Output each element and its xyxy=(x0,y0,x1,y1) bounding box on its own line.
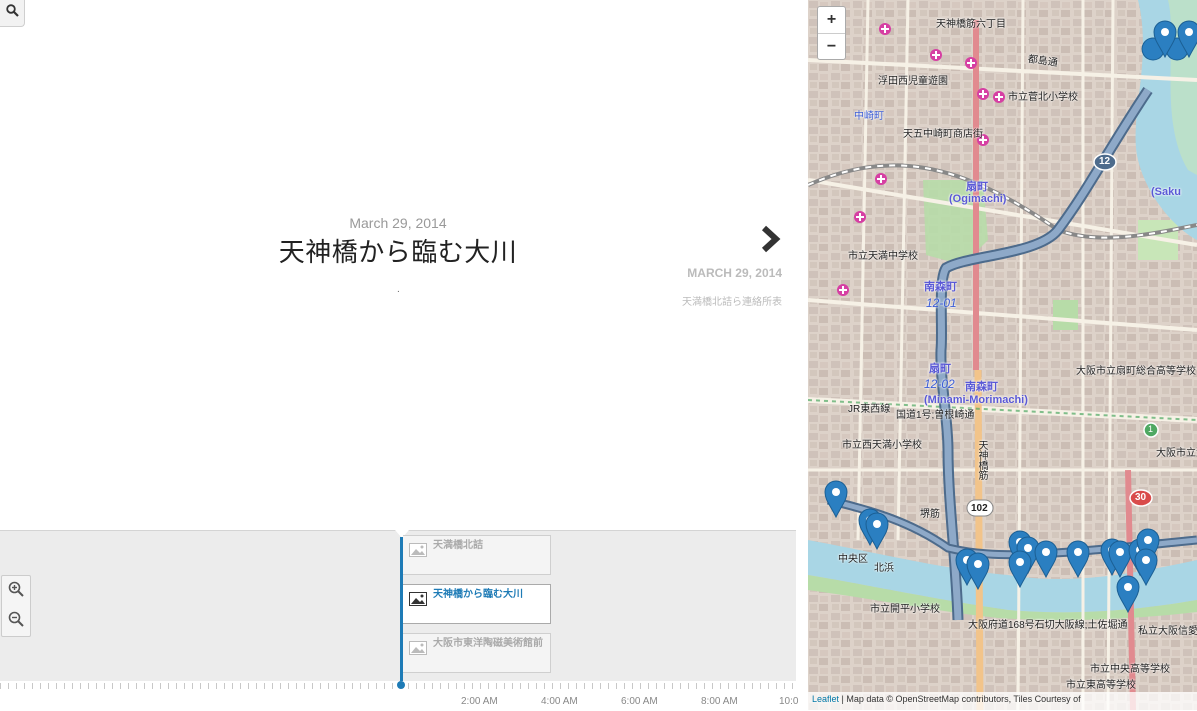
marker-label: 天神橋から臨む大川 xyxy=(433,589,523,600)
map-marker-pin[interactable] xyxy=(1034,540,1058,578)
map[interactable]: 天神橋筋六丁目 都島通 浮田西児童遊園 中崎町 天五中崎町商店街 市立菅北小学校… xyxy=(808,0,1197,710)
zoom-in-icon xyxy=(8,581,24,602)
map-label: 天神橋筋 xyxy=(976,440,987,480)
timeline-navigator[interactable]: 天満橋北詰 天神橋から臨む大川 大阪市東洋陶磁美術館前 2:00 AM 4:00… xyxy=(0,530,799,711)
timeline-zoom-controls xyxy=(1,575,31,637)
map-marker-pin[interactable] xyxy=(1177,20,1197,58)
route-shield: 102 xyxy=(971,503,988,514)
map-label: 大阪府道168号石切大阪線;土佐堀通 xyxy=(968,620,1128,631)
map-label: 浮田西児童遊園 xyxy=(878,76,948,87)
map-label: 市立中央高等学校 xyxy=(1090,664,1170,675)
route-shield: 1 xyxy=(1148,424,1154,434)
image-icon xyxy=(409,543,427,560)
station-name: 扇町 xyxy=(966,181,988,193)
map-marker-pin[interactable] xyxy=(1116,575,1140,613)
attribution-text: | Map data © OpenStreetMap contributors,… xyxy=(839,694,1081,704)
station-label: 扇町 (Ogimachi) xyxy=(949,181,1007,205)
zoom-out-button[interactable] xyxy=(2,606,30,636)
station-label: 南森町 xyxy=(924,281,957,293)
axis-tick-label: 8:00 AM xyxy=(701,696,738,707)
map-label: 中央区 xyxy=(838,554,868,565)
marker-label: 天満橋北詰 xyxy=(433,540,483,551)
map-marker-pin[interactable] xyxy=(865,512,889,550)
map-zoom-in-button[interactable]: + xyxy=(818,7,845,34)
map-marker-pin[interactable] xyxy=(1153,20,1177,58)
map-label: 北浜 xyxy=(874,563,894,574)
stop-label: 12-02 xyxy=(924,377,955,391)
map-attribution: Leaflet | Map data © OpenStreetMap contr… xyxy=(808,692,1197,710)
station-label: (Minami-Morimachi) xyxy=(924,394,1028,406)
map-marker-pin[interactable] xyxy=(966,552,990,590)
map-label: 市立天満中学校 xyxy=(848,251,918,262)
map-zoom-out-button[interactable]: − xyxy=(818,34,845,60)
route-shield: 12 xyxy=(1099,156,1111,167)
image-icon xyxy=(409,592,427,609)
map-label: 天五中崎町商店街 xyxy=(903,129,983,140)
timeline-marker[interactable]: 大阪市東洋陶磁美術館前 xyxy=(403,633,551,673)
map-marker-pin[interactable] xyxy=(1066,540,1090,578)
map-label: 市立開平小学校 xyxy=(870,604,940,615)
map-label: 市立西天満小学校 xyxy=(842,440,922,451)
timeline-marker[interactable]: 天満橋北詰 xyxy=(403,535,551,575)
map-zoom-control: + − xyxy=(817,6,846,60)
stop-label: 12-01 xyxy=(926,296,957,310)
station-label: 扇町 xyxy=(929,363,951,375)
marker-label: 大阪市東洋陶磁美術館前 xyxy=(433,638,543,649)
axis-tick-label: 6:00 AM xyxy=(621,696,658,707)
map-marker-pin[interactable] xyxy=(824,480,848,518)
axis-tick-label: 4:00 AM xyxy=(541,696,578,707)
zoom-in-button[interactable] xyxy=(2,576,30,606)
slide-date: March 29, 2014 xyxy=(349,215,447,231)
map-label: 中崎町 xyxy=(854,111,884,122)
map-label: 国道1号;曽根崎通 xyxy=(896,410,975,421)
map-label: 私立大阪信愛学院 xyxy=(1138,626,1197,637)
map-marker-pin[interactable] xyxy=(1008,550,1032,588)
axis-tick-label: 10:0 xyxy=(779,696,799,707)
map-label: 市立菅北小学校 xyxy=(1008,92,1078,103)
map-label: 堺筋 xyxy=(920,509,940,520)
map-label: JR東西線 xyxy=(848,404,891,415)
story-slider: March 29, 2014 天神橋から臨む大川 . MARCH 29, 201… xyxy=(0,0,796,530)
timeline-marker-active[interactable]: 天神橋から臨む大川 xyxy=(403,584,551,624)
slide-title: 天神橋から臨む大川 xyxy=(278,238,518,268)
image-icon xyxy=(409,641,427,658)
axis-tick-label: 2:00 AM xyxy=(461,696,498,707)
route-shield: 30 xyxy=(1135,492,1147,503)
map-label: 市立東高等学校 xyxy=(1066,680,1136,691)
search-button[interactable] xyxy=(0,0,25,27)
leaflet-link[interactable]: Leaflet xyxy=(812,694,839,704)
next-slide-date: MARCH 29, 2014 xyxy=(687,266,782,280)
timenav-current-dot xyxy=(397,681,405,689)
station-label: (Saku xyxy=(1151,186,1181,198)
search-icon xyxy=(5,4,19,22)
zoom-out-icon xyxy=(8,611,24,632)
slide-media-placeholder: . xyxy=(397,284,400,295)
map-label: 天神橋筋六丁目 xyxy=(936,19,1006,30)
map-label: 大阪市立扇町総合高等学校 xyxy=(1076,366,1196,377)
station-label: 南森町 xyxy=(965,381,998,393)
chevron-right-icon[interactable] xyxy=(760,225,782,258)
next-slide-title: 天満橋北詰ら連絡所表 xyxy=(682,297,782,308)
station-romaji: (Ogimachi) xyxy=(949,193,1007,205)
map-label: 大阪市立滝川小学校 xyxy=(1156,448,1197,459)
